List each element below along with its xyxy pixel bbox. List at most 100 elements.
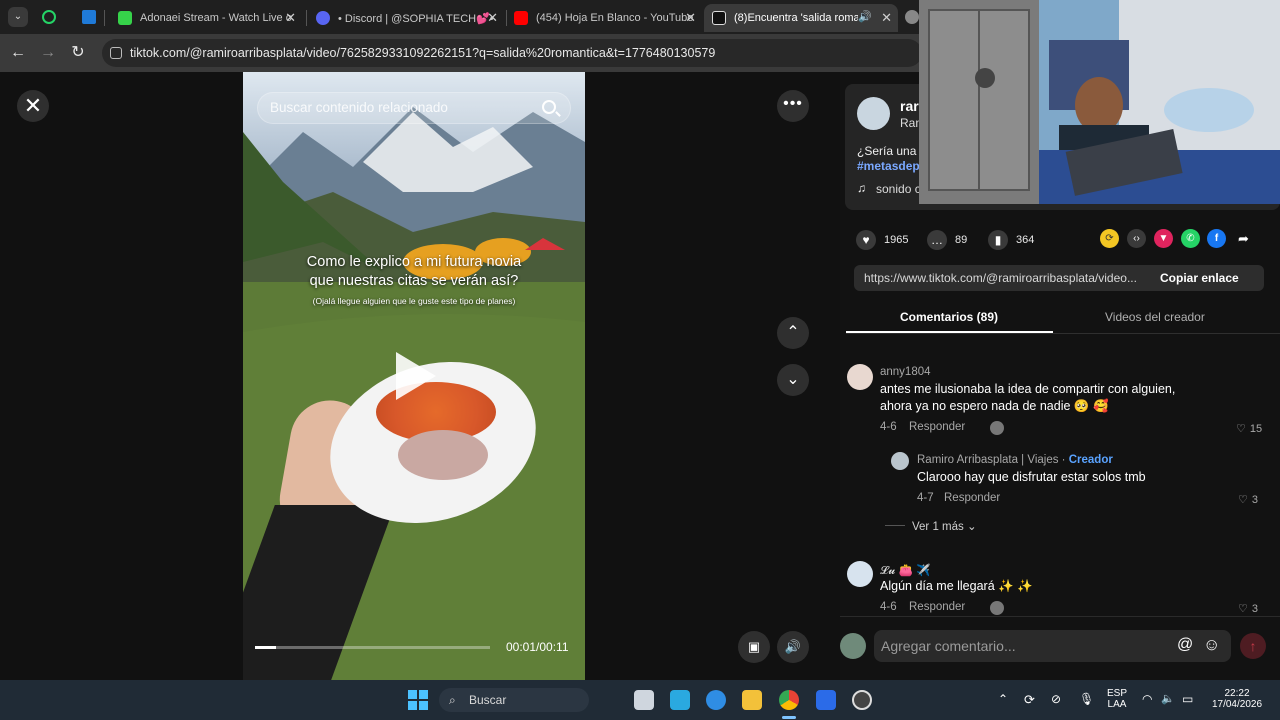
file-explorer-icon[interactable] xyxy=(742,690,762,710)
chrome-favicon-icon[interactable] xyxy=(905,10,919,24)
webcam-overlay xyxy=(919,0,1280,204)
show-hidden-icons-chevron-icon[interactable]: ⌃ xyxy=(998,692,1008,706)
avatar[interactable] xyxy=(891,452,909,470)
tab-divider xyxy=(846,333,1280,334)
roblox-studio-icon[interactable] xyxy=(816,690,836,710)
save-button[interactable]: ▮ 364 xyxy=(988,230,1034,250)
comment-placeholder: Agregar comentario... xyxy=(881,638,1016,654)
sound-link[interactable]: sonido c xyxy=(876,182,921,196)
volume-button[interactable]: 🔊 xyxy=(777,631,809,663)
comment-like-button[interactable]: ♡ 3 xyxy=(1238,493,1258,506)
close-tab-icon[interactable]: ✕ xyxy=(487,10,498,26)
reply-button[interactable]: Responder xyxy=(944,492,1000,504)
notifications-muted-icon[interactable]: ⊘ xyxy=(1051,692,1061,706)
more-options-button[interactable]: ••• xyxy=(777,90,809,122)
windows-start-icon[interactable] xyxy=(408,690,428,710)
comment-username[interactable]: 𝓛𝓾 👛 ✈️ xyxy=(880,563,930,578)
back-arrow-icon[interactable]: ← xyxy=(7,42,29,64)
play-icon[interactable] xyxy=(396,352,436,400)
app-pinned-tab-icon[interactable] xyxy=(82,10,96,24)
language-indicator[interactable]: ESP LAA xyxy=(1104,688,1130,710)
whatsapp-share-icon[interactable]: ✆ xyxy=(1181,229,1200,248)
avatar[interactable] xyxy=(847,561,873,587)
taskbar-search-box[interactable]: ⌕ Buscar xyxy=(439,688,589,712)
reload-icon[interactable]: ↻ xyxy=(67,42,89,64)
send-to-friends-icon[interactable]: ▼ xyxy=(1154,229,1173,248)
heart-icon: ♥ xyxy=(856,230,876,250)
repost-icon[interactable]: ⟳ xyxy=(1100,229,1119,248)
comment-like-button[interactable]: ♡ 3 xyxy=(1238,602,1258,615)
address-bar-input[interactable]: tiktok.com/@ramiroarribasplata/video/762… xyxy=(102,39,922,67)
sync-icon[interactable]: ⟳ xyxy=(1024,692,1035,708)
comment-like-button[interactable]: ♡ 15 xyxy=(1236,422,1262,435)
notes-app-icon[interactable] xyxy=(670,690,690,710)
video-caption-line1: Como le explico a mi futura novia xyxy=(306,254,522,270)
tab-comments[interactable]: Comentarios (89) xyxy=(900,310,998,324)
search-icon: ⌕ xyxy=(449,693,456,707)
like-count: 1965 xyxy=(884,234,909,246)
emoji-icon[interactable]: ☺ xyxy=(1203,635,1220,655)
site-info-icon[interactable] xyxy=(110,47,122,59)
related-content-search-input[interactable]: Buscar contenido relacionado xyxy=(257,92,571,124)
tab-youtube[interactable]: (454) Hoja En Blanco - YouTube ✕ xyxy=(506,4,702,32)
reply-text: Clarooo hay que disfrutar estar solos tm… xyxy=(917,470,1146,484)
arrow-up-icon: ↑ xyxy=(1249,638,1257,654)
comment-button[interactable]: … 89 xyxy=(927,230,967,250)
share-link-text[interactable]: https://www.tiktok.com/@ramiroarribaspla… xyxy=(864,271,1137,285)
tab-search-button[interactable]: ⌄ xyxy=(8,7,28,27)
view-more-replies-button[interactable]: Ver 1 más ⌄ xyxy=(912,519,977,533)
speaker-icon[interactable]: 🔊 xyxy=(858,10,872,23)
video-caption-line2: que nuestras citas se verán así? xyxy=(309,273,519,289)
copy-link-button[interactable]: Copiar enlace xyxy=(1160,271,1239,285)
chrome-browser-icon[interactable] xyxy=(779,690,799,710)
video-timecode: 00:01/00:11 xyxy=(506,640,569,654)
comment-username[interactable]: anny1804 xyxy=(880,366,931,378)
tab-tiktok-active[interactable]: (8)Encuentra 'salida romant 🔊 ✕ xyxy=(704,4,898,32)
microphone-icon[interactable]: 🎙 xyxy=(1079,692,1094,706)
clock-time: 22:22 xyxy=(1224,688,1250,699)
reply-button[interactable]: Responder xyxy=(909,421,965,433)
reply-username[interactable]: Ramiro Arribasplata | Viajes · Creador xyxy=(917,454,1113,466)
obs-app-icon[interactable] xyxy=(852,690,872,710)
my-avatar[interactable] xyxy=(840,633,866,659)
close-tab-icon[interactable]: ✕ xyxy=(685,10,696,26)
share-arrow-icon[interactable]: ➦ xyxy=(1234,229,1253,248)
creator-avatar[interactable] xyxy=(857,97,890,130)
music-note-icon: ♫ xyxy=(857,181,866,195)
heart-outline-icon: ♡ xyxy=(1236,423,1246,435)
whatsapp-pinned-tab-icon[interactable] xyxy=(42,10,56,24)
battery-icon[interactable]: ▭ xyxy=(1182,692,1193,706)
tuna xyxy=(398,430,488,480)
send-comment-button[interactable]: ↑ xyxy=(1240,633,1266,659)
next-video-button[interactable]: ⌄ xyxy=(777,364,809,396)
avatar[interactable] xyxy=(847,364,873,390)
edge-browser-icon[interactable] xyxy=(706,690,726,710)
chevron-down-icon: ⌄ xyxy=(966,521,977,533)
comment-like-count: 3 xyxy=(1251,494,1258,506)
clock[interactable]: 22:22 17/04/2026 xyxy=(1208,688,1266,710)
forward-arrow-icon[interactable]: → xyxy=(37,42,59,64)
tab-discord[interactable]: • Discord | @SOPHIA TECH💕• ✕ xyxy=(308,4,504,32)
embed-code-icon[interactable]: ‹› xyxy=(1127,229,1146,248)
wifi-icon[interactable]: ◠ xyxy=(1142,692,1152,706)
volume-icon: 🔊 xyxy=(784,639,802,654)
hashtag-link[interactable]: #metasdep xyxy=(857,159,920,173)
creator-handle[interactable]: rar xyxy=(900,98,919,114)
previous-video-button[interactable]: ⌃ xyxy=(777,317,809,349)
mention-icon[interactable]: @ xyxy=(1177,636,1193,654)
like-button[interactable]: ♥ 1965 xyxy=(856,230,908,250)
speaker-icon[interactable]: 🔈 xyxy=(1161,692,1175,705)
tab-creator-videos[interactable]: Videos del creador xyxy=(1105,310,1205,324)
tab-adonaei-stream[interactable]: Adonaei Stream - Watch Live o ✕ xyxy=(110,4,302,32)
close-tab-icon[interactable]: ✕ xyxy=(285,10,296,26)
task-view-icon[interactable] xyxy=(634,690,654,710)
reply-button[interactable]: Responder xyxy=(909,601,965,613)
video-progress-bar[interactable] xyxy=(255,646,490,649)
taskbar-search-label: Buscar xyxy=(469,693,507,707)
facebook-share-icon[interactable]: f xyxy=(1207,229,1226,248)
close-viewer-button[interactable]: ✕ xyxy=(17,90,49,122)
close-tab-icon[interactable]: ✕ xyxy=(881,10,892,26)
tab-label: (8)Encuentra 'salida romant xyxy=(734,12,858,24)
search-icon[interactable] xyxy=(542,100,556,114)
picture-in-picture-button[interactable]: ▣ xyxy=(738,631,770,663)
